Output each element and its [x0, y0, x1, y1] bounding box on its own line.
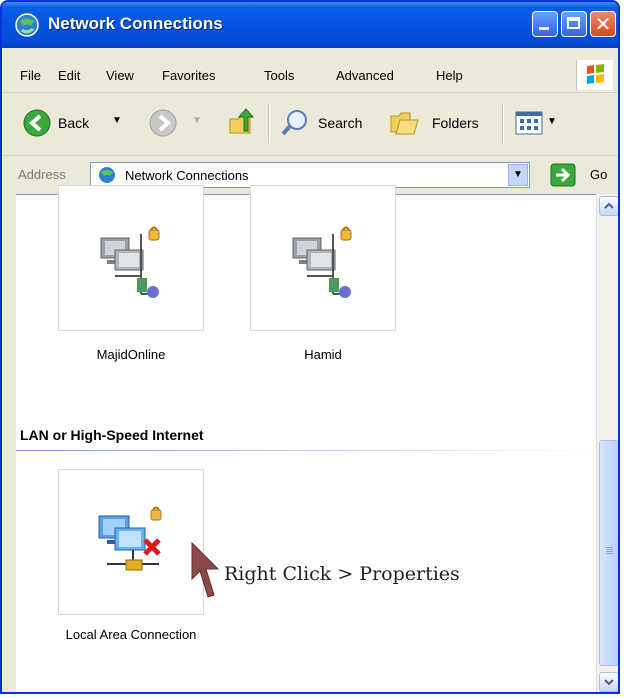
address-label: Address	[18, 167, 66, 182]
back-button[interactable]: Back ▼	[22, 108, 132, 138]
group-divider	[16, 450, 596, 451]
menu-advanced[interactable]: Advanced	[336, 68, 394, 83]
connection-tile-majidonline[interactable]	[58, 185, 204, 331]
menu-file[interactable]: File	[20, 68, 41, 83]
toolbar-separator	[268, 103, 270, 143]
back-dropdown-icon[interactable]: ▼	[112, 115, 122, 126]
address-value: Network Connections	[125, 168, 249, 183]
menu-tools[interactable]: Tools	[264, 68, 294, 83]
search-button[interactable]: Search	[280, 108, 376, 138]
explorer-window: Network Connections ✕ File Edit View Fav…	[0, 0, 620, 694]
connection-label-majidonline: MajidOnline	[96, 347, 166, 362]
folders-label: Folders	[432, 115, 479, 131]
menu-favorites[interactable]: Favorites	[162, 68, 215, 83]
dialup-connection-icon	[100, 226, 160, 298]
connection-label-hamid: Hamid	[304, 347, 342, 362]
scroll-up-button[interactable]	[599, 196, 618, 216]
dialup-connection-icon	[292, 226, 352, 298]
search-label: Search	[318, 115, 363, 131]
menu-view[interactable]: View	[106, 68, 134, 83]
chevron-up-icon	[604, 202, 614, 209]
views-icon	[515, 111, 543, 135]
lan-connection-disabled-icon	[98, 506, 162, 571]
address-dropdown-button[interactable]: ▼	[508, 164, 528, 186]
annotation-arrow-icon	[191, 541, 220, 598]
maximize-button[interactable]	[561, 11, 587, 37]
folders-icon	[390, 112, 419, 135]
back-label: Back	[58, 115, 90, 131]
maximize-icon	[567, 17, 580, 29]
network-connections-icon	[99, 167, 115, 183]
title-bar[interactable]: Network Connections ✕	[2, 2, 618, 48]
menu-edit[interactable]: Edit	[58, 68, 80, 83]
views-button[interactable]: ▼	[514, 109, 570, 137]
thumb-grip	[606, 547, 613, 548]
forward-dropdown-icon[interactable]: ▼	[192, 115, 202, 126]
minimize-icon	[539, 27, 549, 30]
windows-logo	[576, 60, 613, 90]
go-button[interactable]: Go	[590, 167, 607, 182]
vertical-scrollbar[interactable]	[596, 194, 618, 692]
back-arrow-icon	[23, 109, 51, 137]
forward-button[interactable]: ▼	[148, 108, 212, 138]
up-folder-icon[interactable]	[226, 107, 258, 139]
group-header-lan: LAN or High-Speed Internet	[20, 427, 204, 443]
minimize-button[interactable]	[532, 11, 558, 37]
standard-toolbar: Back ▼ ▼ Search Folders ▼	[2, 93, 618, 156]
search-icon	[281, 110, 307, 136]
go-arrow-icon[interactable]	[550, 163, 576, 187]
menu-help[interactable]: Help	[436, 68, 463, 83]
forward-arrow-icon	[149, 109, 177, 137]
scroll-down-button[interactable]	[599, 672, 618, 692]
close-button[interactable]: ✕	[590, 11, 616, 37]
connection-tile-hamid[interactable]	[250, 185, 396, 331]
folders-button[interactable]: Folders	[388, 108, 492, 138]
close-icon: ✕	[594, 12, 612, 36]
file-view-pane[interactable]: MajidOnline Hamid LAN or High-Speed Inte…	[16, 185, 596, 692]
network-connections-icon	[15, 13, 39, 37]
connection-label-local-area: Local Area Connection	[65, 627, 197, 642]
toolbar-separator	[502, 103, 504, 143]
chevron-down-icon	[604, 679, 614, 686]
window-title: Network Connections	[48, 14, 223, 33]
connection-tile-local-area[interactable]	[58, 469, 204, 615]
views-dropdown-icon: ▼	[547, 116, 557, 127]
annotation-text: Right Click > Properties	[224, 563, 460, 585]
menu-bar: File Edit View Favorites Tools Advanced …	[2, 58, 618, 93]
scroll-thumb[interactable]	[599, 440, 618, 666]
